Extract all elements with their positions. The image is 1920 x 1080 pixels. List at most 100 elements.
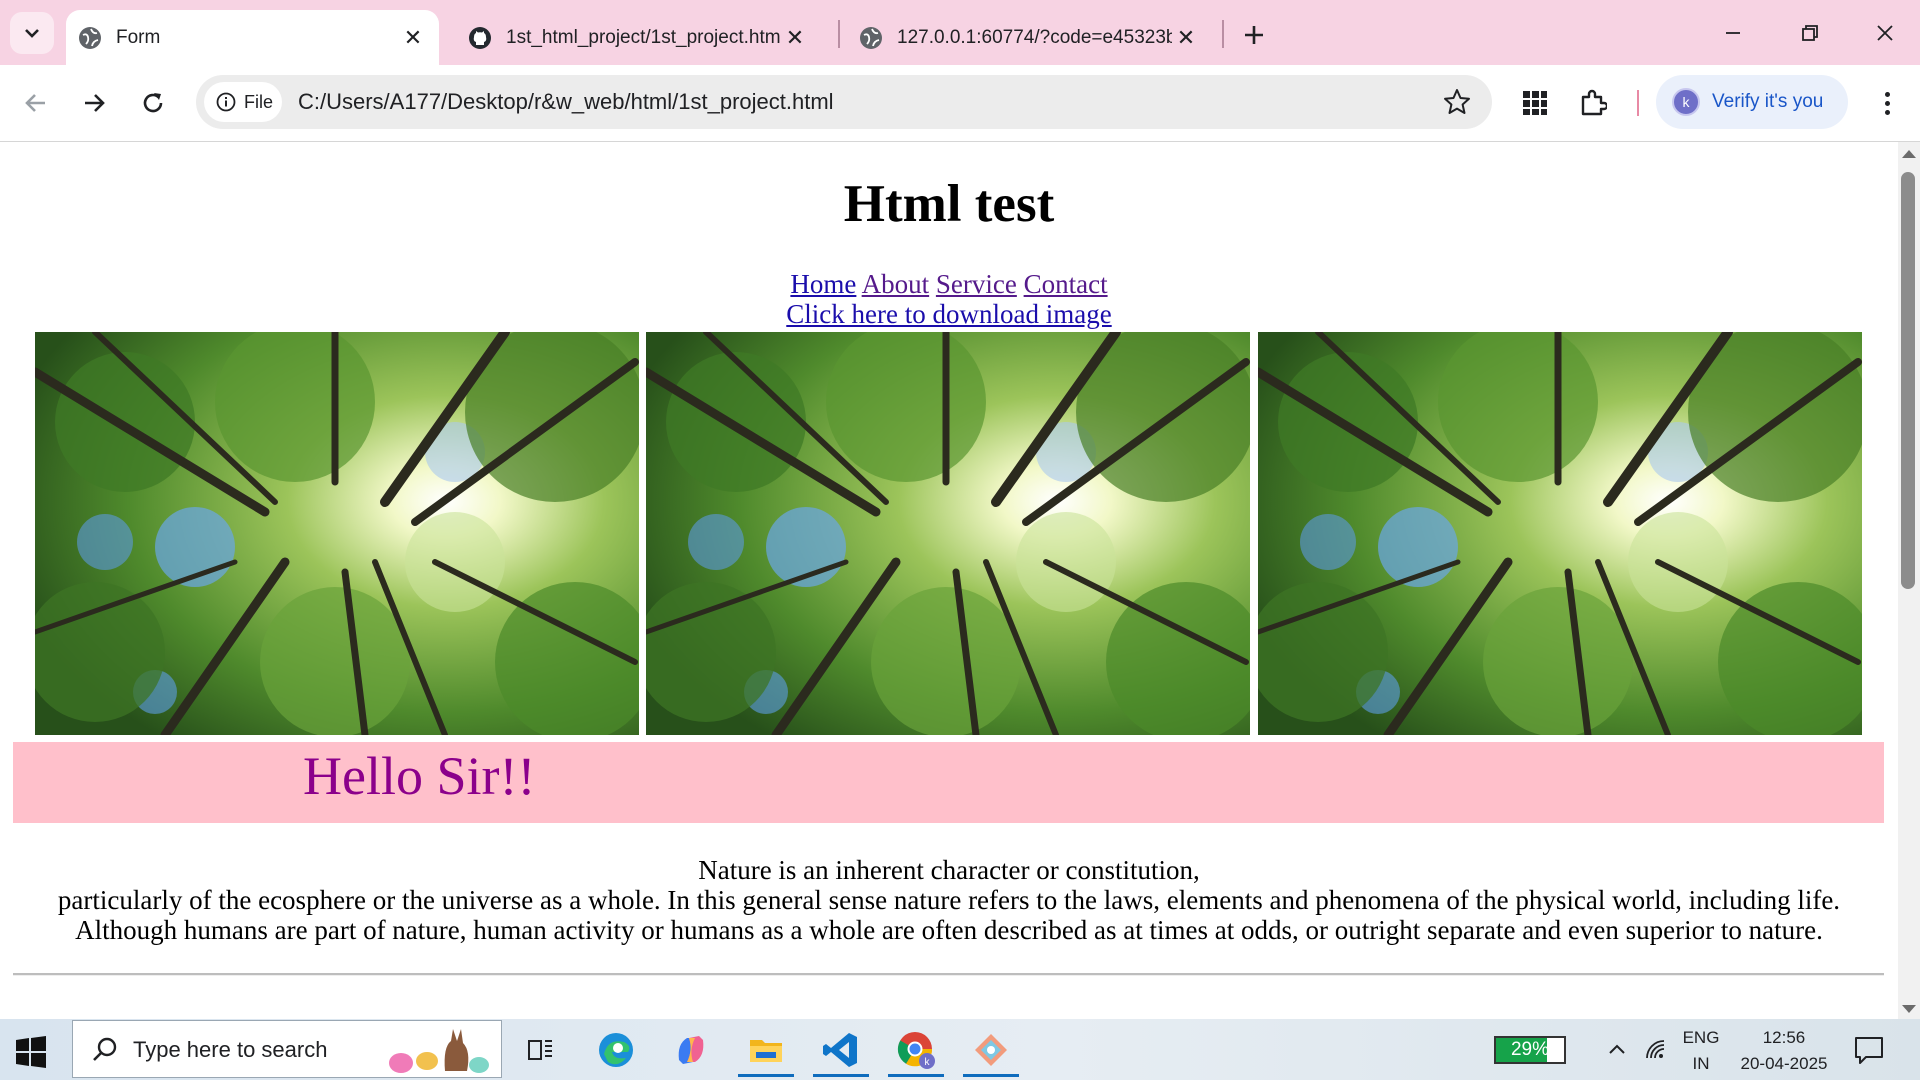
hello-heading: Hello Sir!! <box>303 746 536 806</box>
scroll-down-icon[interactable] <box>1902 1005 1916 1013</box>
apps-button[interactable] <box>1517 85 1553 121</box>
vscode-icon <box>823 1033 857 1067</box>
language-indicator[interactable]: ENG IN <box>1678 1025 1724 1077</box>
taskbar-edge[interactable] <box>586 1023 646 1077</box>
url-text[interactable]: C:/Users/A177/Desktop/r&w_web/html/1st_p… <box>298 89 834 115</box>
active-indicator <box>888 1074 944 1077</box>
clock-date: 20-04-2025 <box>1740 1054 1828 1073</box>
scroll-up-icon[interactable] <box>1902 150 1916 158</box>
nav-link-service[interactable]: Service <box>936 269 1017 299</box>
back-button[interactable] <box>14 81 58 125</box>
grid-icon <box>1523 91 1547 115</box>
site-info-chip[interactable]: File <box>204 82 282 122</box>
more-vert-icon <box>1884 91 1890 97</box>
close-icon[interactable]: ✕ <box>1172 24 1200 52</box>
forward-button[interactable] <box>72 81 116 125</box>
minimize-icon <box>1726 32 1740 34</box>
clock-time: 12:56 <box>1762 1028 1806 1047</box>
language-code: ENG <box>1682 1028 1720 1047</box>
taskbar-search-box[interactable]: Type here to search <box>72 1020 502 1078</box>
globe-icon <box>860 26 882 49</box>
plus-icon <box>1245 26 1263 44</box>
star-icon[interactable] <box>1442 87 1472 117</box>
reload-button[interactable] <box>131 81 175 125</box>
close-icon[interactable]: ✕ <box>781 24 809 52</box>
nav-link-home[interactable]: Home <box>790 269 856 299</box>
tab-form[interactable]: Form ✕ <box>66 10 439 65</box>
copilot-icon <box>678 1036 704 1064</box>
address-bar[interactable]: File C:/Users/A177/Desktop/r&w_web/html/… <box>196 75 1492 129</box>
browser-menu-button[interactable] <box>1872 85 1902 121</box>
new-tab-button[interactable] <box>1236 17 1272 53</box>
windows-start-icon[interactable] <box>14 1035 48 1069</box>
tab-title: 127.0.0.1:60774/?code=e45323b63 <box>897 26 1172 48</box>
verify-label: Verify it's you <box>1712 91 1824 112</box>
tab-localhost[interactable]: 127.0.0.1:60774/?code=e45323b63 ✕ <box>847 10 1212 65</box>
page-title: Html test <box>843 175 1055 233</box>
battery-indicator[interactable]: 29% <box>1494 1036 1566 1064</box>
tab-separator <box>1222 20 1224 48</box>
search-icon <box>93 1037 117 1061</box>
reload-icon <box>143 93 163 113</box>
nav-link-contact[interactable]: Contact <box>1024 269 1108 299</box>
close-icon[interactable]: ✕ <box>399 24 427 52</box>
tab-strip: Form ✕ 1st_html_project/1st_project.html… <box>0 0 1920 65</box>
avatar: k <box>1672 88 1700 116</box>
nav-link-about[interactable]: About <box>862 269 930 299</box>
taskbar-git-app[interactable] <box>961 1023 1021 1077</box>
tab-search-button[interactable] <box>10 12 54 54</box>
extensions-button[interactable] <box>1575 85 1611 121</box>
horizontal-rule <box>13 973 1884 976</box>
tab-github[interactable]: 1st_html_project/1st_project.html a ✕ <box>456 10 821 65</box>
git-icon <box>975 1034 1007 1066</box>
taskbar-copilot[interactable] <box>661 1023 721 1077</box>
paragraph-line: Nature is an inherent character or const… <box>698 855 1200 885</box>
edge-icon <box>599 1033 633 1067</box>
forest-image <box>646 332 1250 735</box>
browser-toolbar: File C:/Users/A177/Desktop/r&w_web/html/… <box>0 65 1920 142</box>
active-indicator <box>963 1074 1019 1077</box>
arrow-left-icon <box>25 94 45 112</box>
task-view-button[interactable] <box>511 1023 571 1077</box>
taskbar-vscode[interactable] <box>811 1023 871 1077</box>
profile-verify-button[interactable]: k Verify it's you <box>1656 75 1848 129</box>
hello-banner: Hello Sir!! <box>13 742 1884 823</box>
more-vert-icon-dot <box>1884 109 1890 115</box>
scrollbar-thumb[interactable] <box>1901 172 1915 589</box>
active-indicator <box>738 1074 794 1077</box>
show-hidden-icons-button[interactable] <box>1600 1019 1634 1080</box>
tab-separator <box>838 20 840 48</box>
easter-eggs-icon <box>389 1029 489 1073</box>
info-icon <box>216 92 236 112</box>
task-view-icon <box>528 1040 552 1060</box>
tab-title: Form <box>116 26 161 48</box>
site-info-label: File <box>244 91 274 112</box>
notification-icon[interactable] <box>1852 1033 1886 1067</box>
close-window-button[interactable] <box>1855 10 1915 56</box>
github-icon <box>469 26 491 49</box>
chevron-up-icon <box>1609 1044 1625 1054</box>
nav-links: Home About Service Contact <box>0 269 1898 300</box>
forest-image <box>35 332 639 735</box>
taskbar-chrome[interactable]: k <box>886 1023 946 1077</box>
download-image-link[interactable]: Click here to download image <box>786 299 1111 329</box>
windows-taskbar: Type here to search k 29% ENG IN 12:56 2… <box>0 1019 1920 1080</box>
wifi-icon <box>1646 1039 1665 1058</box>
network-button[interactable] <box>1640 1019 1672 1080</box>
download-section: Click here to download image <box>0 299 1898 330</box>
page-scrollbar[interactable] <box>1898 142 1920 1019</box>
battery-percent: 29% <box>1510 1039 1550 1060</box>
language-region: IN <box>1692 1054 1710 1073</box>
forest-image <box>1258 332 1862 735</box>
minimize-button[interactable] <box>1703 10 1763 56</box>
arrow-right-icon <box>85 94 105 112</box>
toolbar-divider <box>1637 90 1639 116</box>
nature-paragraph: Nature is an inherent character or const… <box>30 855 1868 945</box>
active-indicator <box>813 1074 869 1077</box>
chevron-down-icon <box>25 29 39 38</box>
search-placeholder: Type here to search <box>133 1037 328 1062</box>
tab-title: 1st_html_project/1st_project.html a <box>506 26 781 48</box>
restore-button[interactable] <box>1780 10 1840 56</box>
taskbar-file-explorer[interactable] <box>736 1023 796 1077</box>
clock[interactable]: 12:56 20-04-2025 <box>1735 1025 1833 1077</box>
